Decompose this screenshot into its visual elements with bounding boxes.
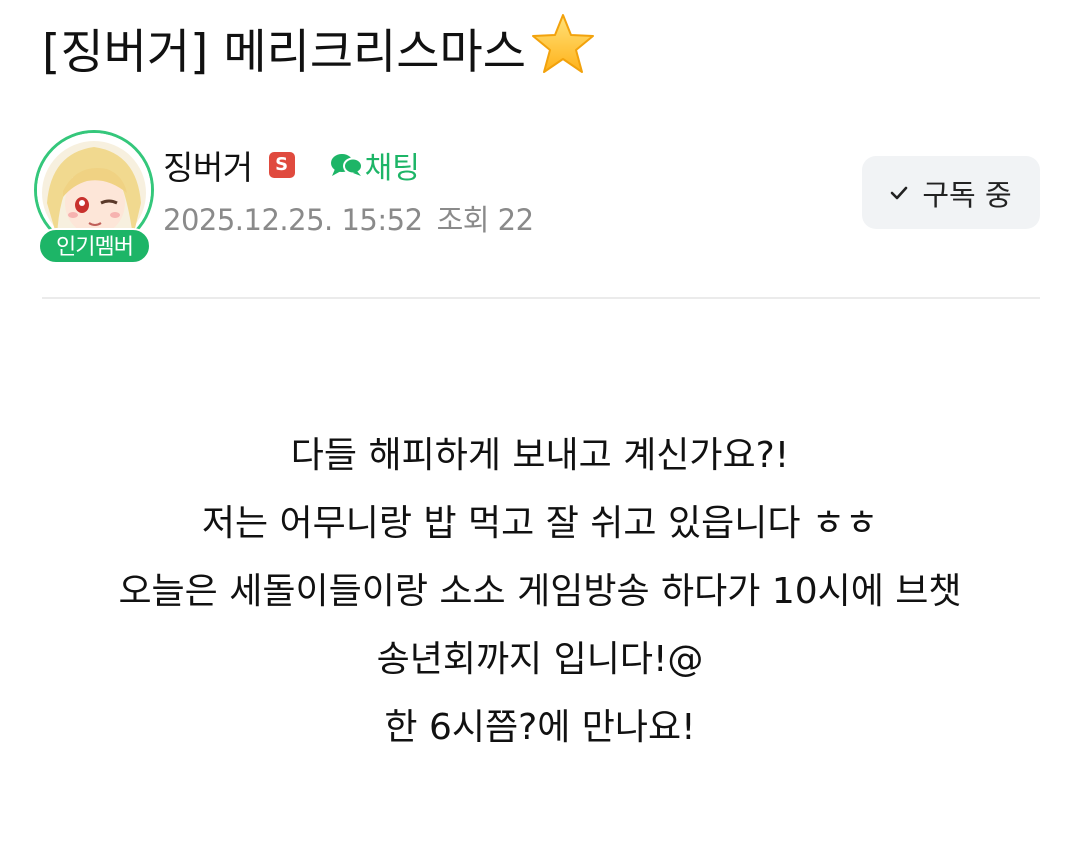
body-line: 다들 해피하게 보내고 계신가요?!: [290, 435, 790, 476]
subscribe-label: 구독 중: [922, 177, 1012, 212]
chat-button[interactable]: 채팅: [329, 143, 420, 187]
chat-bubble-icon: [330, 154, 363, 176]
chat-label: 채팅: [364, 151, 420, 186]
author-name[interactable]: 징버거: [163, 141, 253, 189]
author-avatar-container[interactable]: 인기멤버: [34, 130, 156, 266]
body-line: 한 6시쯤?에 만나요!: [384, 707, 696, 748]
post-title-text: [징버거] 메리크리스마스: [42, 25, 527, 80]
post-body: 다들 해피하게 보내고 계신가요?! 저는 어무니랑 밥 먹고 잘 쉬고 있읍니…: [0, 422, 1080, 762]
popular-member-badge: 인기멤버: [38, 228, 151, 264]
author-row: 징버거 S 채팅: [163, 140, 420, 190]
view-count: 조회 22: [436, 203, 534, 237]
body-line: 저는 어무니랑 밥 먹고 잘 쉬고 있읍니다 ㅎㅎ: [201, 503, 879, 544]
star-icon: [530, 12, 596, 97]
divider: [42, 297, 1040, 299]
check-icon: [891, 186, 908, 199]
post-date: 2025.12.25. 15:52: [163, 203, 423, 237]
post-meta: 2025.12.25. 15:52 조회 22: [163, 197, 534, 239]
body-line: 송년회까지 입니다!@: [376, 639, 704, 680]
body-line: 오늘은 세돌이들이랑 소소 게임방송 하다가 10시에 브챗: [118, 571, 962, 612]
s-level-icon: S: [268, 152, 295, 178]
subscribe-button[interactable]: 구독 중: [862, 156, 1040, 229]
post-title: [징버거] 메리크리스마스: [42, 12, 596, 97]
